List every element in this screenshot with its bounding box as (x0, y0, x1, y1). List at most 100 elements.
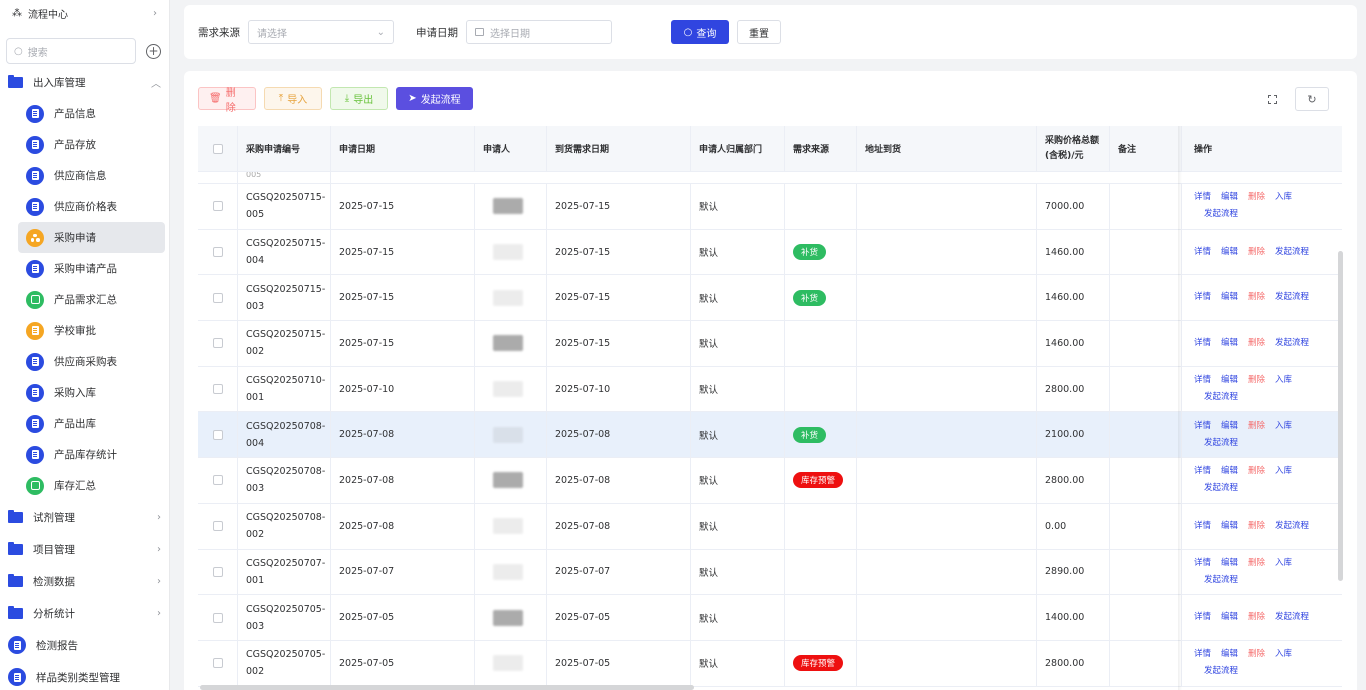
edit-link[interactable]: 编辑 (1221, 609, 1238, 626)
table-row[interactable]: CGSQ20250705- 003 2025-07-05 2025-07-05 默认 14… (198, 595, 1342, 641)
sidebar-group-2[interactable]: 检测数据 › (0, 565, 169, 597)
detail-link[interactable]: 详情 (1194, 463, 1211, 480)
start-flow-link[interactable]: 发起流程 (1204, 435, 1238, 452)
start-flow-link[interactable]: 发起流程 (1204, 572, 1238, 589)
sidebar-search-input[interactable]: ○ 搜索 (6, 38, 136, 64)
edit-link[interactable]: 编辑 (1221, 335, 1238, 352)
row-checkbox[interactable] (212, 429, 223, 440)
start-flow-link[interactable]: 发起流程 (1275, 335, 1309, 352)
start-flow-link[interactable]: 发起流程 (1275, 518, 1309, 535)
row-checkbox[interactable] (212, 338, 223, 349)
sidebar-group-1[interactable]: 项目管理 › (0, 533, 169, 565)
refresh-button[interactable]: ↻ (1295, 87, 1329, 111)
instock-link[interactable]: 入库 (1275, 555, 1292, 572)
sidebar-flow-center[interactable]: ⁂ 流程中心 › (0, 0, 169, 26)
detail-link[interactable]: 详情 (1194, 244, 1211, 261)
table-row[interactable]: CGSQ20250708- 004 2025-07-08 2025-07-08 默认 补货… (198, 412, 1342, 459)
vertical-scrollbar[interactable] (1338, 251, 1343, 581)
delete-link[interactable]: 删除 (1248, 418, 1265, 435)
start-flow-link[interactable]: 发起流程 (1204, 389, 1238, 406)
detail-link[interactable]: 详情 (1194, 372, 1211, 389)
detail-link[interactable]: 详情 (1194, 646, 1211, 663)
detail-link[interactable]: 详情 (1194, 609, 1211, 626)
start-flow-button[interactable]: ➤ 发起流程 (396, 87, 473, 110)
table-row[interactable]: CGSQ20250707- 001 2025-07-07 2025-07-07 默认 28… (198, 549, 1342, 596)
start-flow-link[interactable]: 发起流程 (1204, 480, 1238, 497)
sidebar-item-3[interactable]: 供应商价格表 (0, 191, 165, 222)
date-picker[interactable]: 选择日期 (466, 20, 612, 44)
detail-link[interactable]: 详情 (1194, 418, 1211, 435)
delete-button[interactable]: 🗑 删除 (198, 87, 256, 114)
edit-link[interactable]: 编辑 (1221, 418, 1238, 435)
table-row[interactable]: CGSQ20250715- 004 2025-07-15 2025-07-15 默认 补货… (198, 229, 1342, 276)
row-checkbox[interactable] (212, 475, 223, 486)
sidebar-item-8[interactable]: 供应商采购表 (0, 346, 165, 377)
export-button[interactable]: ⤓ 导出 (330, 87, 388, 110)
row-checkbox[interactable] (212, 201, 223, 212)
delete-link[interactable]: 删除 (1248, 518, 1265, 535)
table-row[interactable]: CGSQ20250710- 001 2025-07-10 2025-07-10 默认 28… (198, 366, 1342, 413)
instock-link[interactable]: 入库 (1275, 372, 1292, 389)
table-row[interactable]: CGSQ20250715- 003 2025-07-15 2025-07-15 默认 补货… (198, 275, 1342, 322)
detail-link[interactable]: 详情 (1194, 555, 1211, 572)
detail-link[interactable]: 详情 (1194, 335, 1211, 352)
delete-link[interactable]: 删除 (1248, 646, 1265, 663)
row-checkbox[interactable] (212, 566, 223, 577)
sidebar-group-inout[interactable]: 出入库管理 ︿ (0, 66, 169, 98)
row-checkbox[interactable] (212, 612, 223, 623)
delete-link[interactable]: 删除 (1248, 289, 1265, 306)
add-icon[interactable]: + (146, 43, 161, 59)
sidebar-bottom-1[interactable]: 样品类别类型管理 (0, 661, 169, 690)
sidebar-group-0[interactable]: 试剂管理 › (0, 501, 169, 533)
table-row[interactable]: CGSQ20250715- 005 2025-07-15 2025-07-15 默认 70… (198, 184, 1342, 230)
sidebar-item-9[interactable]: 采购入库 (0, 377, 165, 408)
sidebar-bottom-0[interactable]: 检测报告 (0, 629, 169, 661)
instock-link[interactable]: 入库 (1275, 646, 1292, 663)
edit-link[interactable]: 编辑 (1221, 372, 1238, 389)
sidebar-group-3[interactable]: 分析统计 › (0, 597, 169, 629)
sidebar-item-12[interactable]: 库存汇总 (0, 470, 165, 501)
row-checkbox[interactable] (212, 521, 223, 532)
reset-button[interactable]: 重置 (737, 20, 781, 44)
edit-link[interactable]: 编辑 (1221, 244, 1238, 261)
delete-link[interactable]: 删除 (1248, 555, 1265, 572)
edit-link[interactable]: 编辑 (1221, 289, 1238, 306)
delete-link[interactable]: 删除 (1248, 372, 1265, 389)
edit-link[interactable]: 编辑 (1221, 646, 1238, 663)
start-flow-link[interactable]: 发起流程 (1275, 289, 1309, 306)
select-all-checkbox[interactable] (212, 143, 223, 154)
row-checkbox[interactable] (212, 658, 223, 669)
sidebar-item-11[interactable]: 产品库存统计 (0, 439, 165, 470)
import-button[interactable]: ⤒ 导入 (264, 87, 322, 110)
horizontal-scrollbar[interactable] (200, 685, 694, 690)
delete-link[interactable]: 删除 (1248, 335, 1265, 352)
table-row[interactable]: CGSQ20250715- 002 2025-07-15 2025-07-15 默认 14… (198, 321, 1342, 367)
row-checkbox[interactable] (212, 247, 223, 258)
start-flow-link[interactable]: 发起流程 (1204, 663, 1238, 680)
sidebar-item-2[interactable]: 供应商信息 (0, 160, 165, 191)
detail-link[interactable]: 详情 (1194, 189, 1211, 206)
table-row[interactable]: CGSQ20250705- 002 2025-07-05 2025-07-05 默认 库存… (198, 640, 1342, 687)
delete-link[interactable]: 删除 (1248, 189, 1265, 206)
edit-link[interactable]: 编辑 (1221, 189, 1238, 206)
sidebar-item-4[interactable]: 采购申请 (18, 222, 165, 253)
instock-link[interactable]: 入库 (1275, 418, 1292, 435)
delete-link[interactable]: 删除 (1248, 609, 1265, 626)
start-flow-link[interactable]: 发起流程 (1275, 244, 1309, 261)
source-select[interactable]: 请选择 ⌄ (248, 20, 394, 44)
fullscreen-icon[interactable] (1268, 94, 1277, 104)
table-row[interactable]: CGSQ20250708- 003 2025-07-08 2025-07-08 默认 库存… (198, 458, 1342, 504)
edit-link[interactable]: 编辑 (1221, 555, 1238, 572)
sidebar-item-0[interactable]: 产品信息 (0, 98, 165, 129)
table-row[interactable]: CGSQ20250708- 002 2025-07-08 2025-07-08 默认 0.… (198, 503, 1342, 550)
instock-link[interactable]: 入库 (1275, 189, 1292, 206)
sidebar-item-5[interactable]: 采购申请产品 (0, 253, 165, 284)
query-button[interactable]: ○ 查询 (671, 20, 729, 44)
row-checkbox[interactable] (212, 292, 223, 303)
row-checkbox[interactable] (212, 384, 223, 395)
start-flow-link[interactable]: 发起流程 (1204, 206, 1238, 223)
sidebar-item-7[interactable]: 学校审批 (0, 315, 165, 346)
instock-link[interactable]: 入库 (1275, 463, 1292, 480)
detail-link[interactable]: 详情 (1194, 289, 1211, 306)
start-flow-link[interactable]: 发起流程 (1275, 609, 1309, 626)
